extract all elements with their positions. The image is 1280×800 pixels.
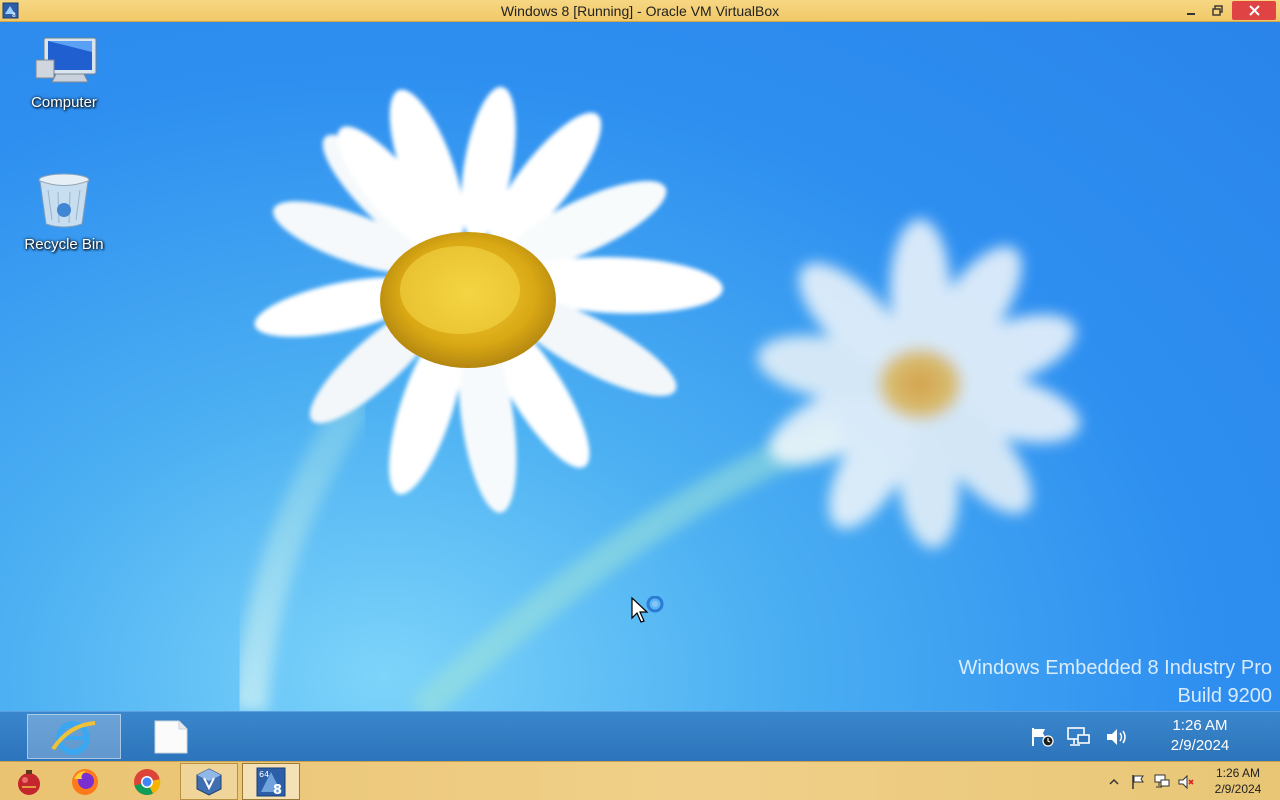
host-window-titlebar[interactable]: 8 Windows 8 [Running] - Oracle VM Virtua… — [0, 0, 1280, 22]
host-taskbar-firefox[interactable] — [56, 763, 114, 800]
desktop-icon-recycle-bin[interactable]: Recycle Bin — [14, 170, 114, 253]
action-center-flag-icon[interactable] — [1029, 726, 1055, 748]
show-hidden-icons-chevron[interactable] — [1104, 773, 1124, 791]
edition-text: Windows Embedded 8 Industry Pro — [958, 657, 1273, 679]
window-title: Windows 8 [Running] - Oracle VM VirtualB… — [500, 2, 780, 19]
host-clock-time: 1:26 AM — [1215, 766, 1261, 780]
host-taskbar-ornament-app[interactable] — [0, 763, 58, 800]
ornament-app-icon — [18, 769, 40, 795]
restore-button[interactable] — [1206, 1, 1228, 20]
svg-text:8: 8 — [12, 12, 16, 19]
host-flag-icon[interactable] — [1128, 773, 1148, 791]
desktop-icon-label: Computer — [31, 94, 97, 111]
taskbar-blank-file[interactable] — [130, 714, 212, 759]
computer-icon — [35, 37, 97, 83]
host-taskbar: 64 8 1:26 AM 2/9/2024 — [0, 761, 1280, 800]
blank-file-icon — [154, 720, 188, 753]
clock-date: 2/9/2024 — [1170, 737, 1230, 754]
guest-taskbar: 1:26 AM 2/9/2024 — [0, 711, 1280, 761]
host-taskbar-virtualbox[interactable] — [180, 763, 238, 800]
desktop-icon-label: Recycle Bin — [24, 236, 104, 253]
close-button[interactable] — [1232, 1, 1276, 20]
svg-text:64: 64 — [259, 770, 269, 779]
desktop-icon-computer[interactable]: Computer — [14, 34, 114, 111]
host-clock-date: 2/9/2024 — [1214, 782, 1262, 796]
host-clock[interactable]: 1:26 AM 2/9/2024 — [1200, 765, 1276, 797]
windows-edition-watermark: Windows Embedded 8 Industry Pro Build 92… — [959, 654, 1273, 710]
volume-icon[interactable] — [1104, 726, 1130, 748]
minimize-button[interactable] — [1180, 1, 1202, 20]
host-taskbar-chrome[interactable] — [118, 763, 176, 800]
virtualbox-icon — [196, 767, 222, 796]
taskbar-internet-explorer[interactable] — [27, 714, 121, 759]
recycle-bin-icon — [38, 173, 90, 228]
guest-clock[interactable]: 1:26 AM 2/9/2024 — [1150, 716, 1250, 756]
svg-text:8: 8 — [273, 783, 282, 798]
windows8-vm-icon: 64 8 — [256, 767, 286, 798]
clock-time: 1:26 AM — [1172, 717, 1228, 734]
chrome-icon — [134, 768, 161, 795]
internet-explorer-icon — [51, 720, 96, 755]
guest-desktop[interactable]: Computer Recycle Bin Windows Embedded 8 … — [0, 22, 1280, 711]
volume-muted-icon[interactable] — [1176, 773, 1196, 791]
host-taskbar-windows8-vm[interactable]: 64 8 — [242, 763, 300, 800]
busy-cursor-icon — [631, 596, 664, 623]
host-network-icon[interactable] — [1152, 773, 1172, 791]
firefox-icon — [72, 768, 98, 795]
network-icon[interactable] — [1066, 726, 1092, 748]
build-text: Build 9200 — [1177, 685, 1272, 707]
virtualbox-window-icon[interactable]: 8 — [2, 2, 19, 19]
